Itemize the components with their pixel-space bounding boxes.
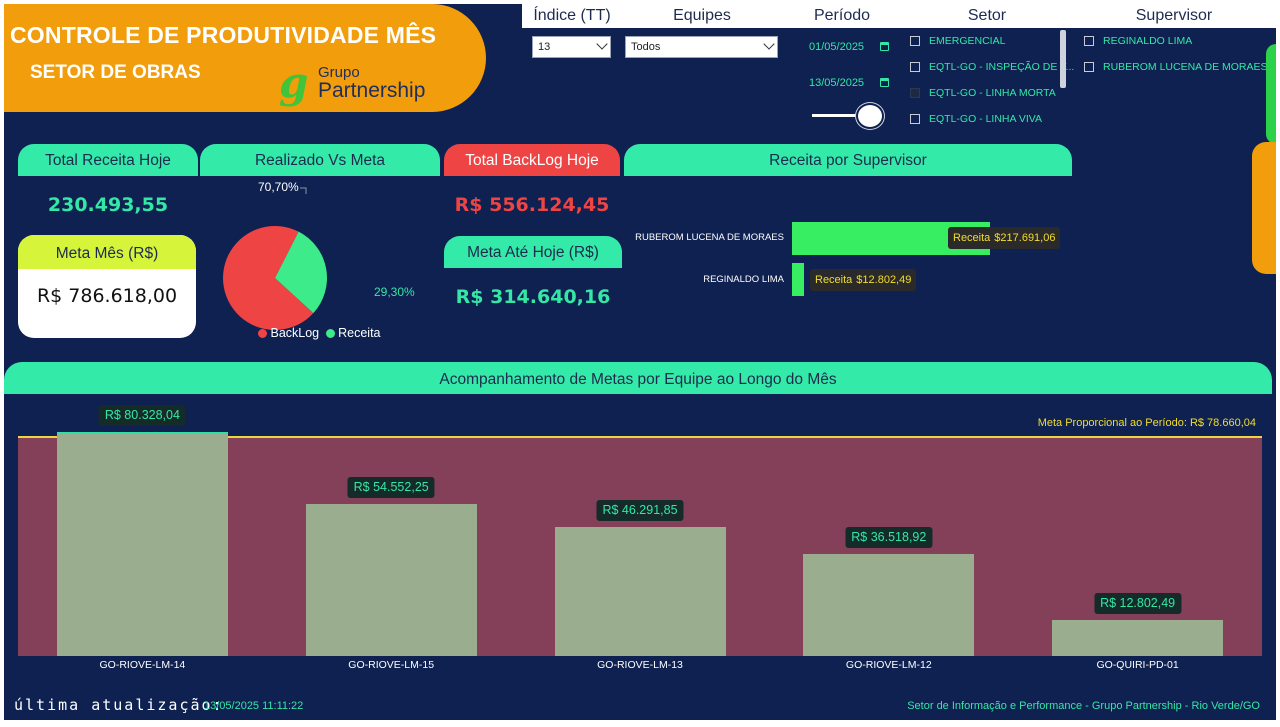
side-decoration — [1266, 44, 1276, 144]
metas-bar-value-label: R$ 54.552,25 — [347, 476, 435, 498]
receita-hoje-value: 230.493,55 — [47, 194, 169, 216]
period-slider-handle[interactable] — [856, 103, 884, 129]
metas-category-label: GO-QUIRI-PD-01 — [1096, 659, 1179, 671]
metas-category-label: GO-RIOVE-LM-12 — [845, 659, 932, 671]
chevron-down-icon — [763, 38, 775, 50]
checkbox[interactable] — [910, 36, 920, 46]
checkbox[interactable] — [1084, 62, 1094, 72]
legend-dot-backlog — [258, 329, 267, 339]
meta-mes-header: Meta Mês (R$) — [18, 235, 196, 269]
receita-hoje-header: Total Receita Hoje — [18, 144, 198, 176]
checkbox[interactable] — [1084, 36, 1094, 46]
backlog-hoje-value: R$ 556.124,45 — [454, 194, 610, 216]
receita-supervisor-header: Receita por Supervisor — [624, 144, 1072, 176]
metas-bar-value-label: R$ 12.802,49 — [1094, 593, 1182, 615]
legend-dot-receita — [325, 329, 335, 339]
period-end-date[interactable]: 13/05/2025 — [809, 77, 864, 89]
setor-scrollbar[interactable] — [1060, 30, 1066, 88]
period-start-date[interactable]: 01/05/2025 — [809, 41, 864, 53]
indice-value: 13 — [538, 41, 551, 53]
meta-mes-card: Meta Mês (R$) R$ 786.618,00 — [18, 235, 196, 338]
metas-bar-value-label: R$ 36.518,92 — [845, 527, 933, 549]
pie-leader-line — [300, 187, 307, 194]
pie-backlog-pct: 70,70% — [258, 180, 299, 194]
metas-bar-value-label: R$ 80.328,04 — [98, 405, 186, 426]
legend-label-backlog: BackLog — [270, 326, 320, 340]
equipes-dropdown[interactable]: Todos — [625, 36, 778, 58]
chevron-down-icon — [596, 38, 608, 50]
metas-category-label: GO-RIOVE-LM-15 — [348, 659, 435, 671]
slicer-periodo-label: Período — [782, 4, 902, 28]
realizado-vs-meta-header: Realizado Vs Meta — [200, 144, 440, 176]
backlog-hoje-header: Total BackLog Hoje — [444, 144, 620, 176]
grupo-partnership-logo: g Grupo Partnership — [279, 62, 449, 106]
supervisor-bar[interactable] — [792, 263, 804, 296]
calendar-icon[interactable] — [880, 42, 889, 51]
slicer-supervisor-label: Supervisor — [1072, 4, 1276, 28]
checkbox-checked[interactable] — [910, 88, 920, 98]
metas-category-label: GO-RIOVE-LM-14 — [99, 659, 186, 671]
indice-dropdown[interactable]: 13 — [532, 36, 611, 58]
meta-mes-value: R$ 786.618,00 — [36, 285, 178, 307]
metas-equipe-header: Acompanhamento de Metas por Equipe ao Lo… — [4, 362, 1272, 394]
metas-bar[interactable] — [1052, 620, 1224, 656]
metas-bar[interactable] — [305, 503, 477, 656]
logo-line2: Partnership — [318, 79, 426, 102]
slicer-equipes-label: Equipes — [622, 4, 782, 28]
calendar-icon[interactable] — [880, 78, 889, 87]
meta-ate-hoje-value: R$ 314.640,16 — [455, 286, 611, 308]
supervisor-tooltip: Receita $12.802,49 — [810, 269, 917, 291]
meta-reference-label: Meta Proporcional ao Período: R$ 78.660,… — [1037, 417, 1256, 429]
last-update-label: última atualização: — [14, 696, 224, 714]
checkbox[interactable] — [910, 114, 920, 124]
side-decoration — [1252, 142, 1276, 274]
metas-category-label: GO-RIOVE-LM-13 — [597, 659, 683, 671]
logo-g-icon: g — [279, 58, 309, 107]
dashboard-title: CONTROLE DE PRODUTIVIDADE MÊS — [10, 22, 437, 48]
slicer-indice-label: Índice (TT) — [522, 4, 622, 28]
last-update-timestamp: 13/05/2025 11:11:22 — [204, 700, 304, 712]
checkbox[interactable] — [910, 62, 920, 72]
metas-bar[interactable] — [554, 526, 726, 656]
dashboard-subtitle: SETOR DE OBRAS — [30, 62, 201, 83]
supervisor-bar-label: RUBEROM LUCENA DE MORAES — [635, 232, 784, 243]
header-banner: CONTROLE DE PRODUTIVIDADE MÊS SETOR DE O… — [4, 4, 486, 112]
footer-credit: Setor de Informação e Performance - Grup… — [907, 700, 1260, 712]
supervisor-tooltip: Receita $217.691,06 — [948, 227, 1061, 249]
meta-ate-hoje-header: Meta Até Hoje (R$) — [444, 236, 622, 268]
supervisor-bar-label: REGINALDO LIMA — [703, 274, 784, 285]
pie-legend: BackLog Receita — [258, 326, 381, 340]
dashboard-canvas: CONTROLE DE PRODUTIVIDADE MÊS SETOR DE O… — [4, 4, 1276, 720]
slicer-setor-label: Setor — [902, 4, 1072, 28]
equipes-value: Todos — [631, 41, 661, 53]
legend-label-receita: Receita — [338, 326, 381, 340]
metas-bar[interactable] — [56, 432, 228, 656]
pie-receita-pct: 29,30% — [374, 285, 415, 299]
metas-bar[interactable] — [803, 554, 975, 656]
metas-bar-value-label: R$ 46.291,85 — [596, 499, 684, 521]
